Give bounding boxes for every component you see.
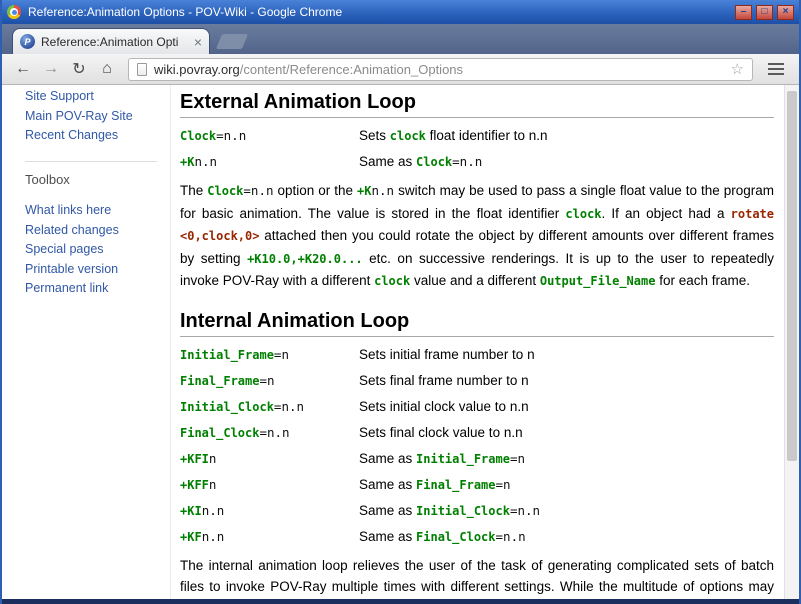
definition-row: +Kn.n Same as Clock=n.n [180, 154, 774, 170]
toolbox-heading: Toolbox [25, 172, 157, 187]
option-description: Sets initial clock value to n.n [359, 399, 529, 415]
definition-row: Initial_Frame=n Sets initial frame numbe… [180, 347, 774, 363]
definition-row: Final_Frame=n Sets final frame number to… [180, 373, 774, 389]
option-description: Sets final clock value to n.n [359, 425, 523, 441]
hamburger-icon [768, 63, 784, 75]
article-content: External Animation Loop Clock=n.n Sets c… [170, 85, 784, 599]
option-description: Same as Clock=n.n [359, 154, 482, 170]
chrome-logo-icon [7, 5, 21, 19]
url-path: /content/Reference:Animation_Options [240, 62, 463, 77]
tab-title: Reference:Animation Opti [41, 35, 188, 49]
option-term: +KFFn [180, 477, 359, 493]
definition-row: +KFn.n Same as Final_Clock=n.n [180, 529, 774, 545]
sidebar-item-permanent-link[interactable]: Permanent link [25, 282, 157, 295]
definition-row: Clock=n.n Sets clock float identifier to… [180, 128, 774, 144]
section-heading-external-animation-loop: External Animation Loop [180, 91, 774, 118]
option-description: Same as Initial_Clock=n.n [359, 503, 540, 519]
paragraph: The Clock=n.n option or the +Kn.n switch… [180, 180, 774, 293]
reload-button[interactable]: ↻ [66, 56, 92, 82]
url-text: wiki.povray.org/content/Reference:Animat… [154, 62, 724, 77]
back-button[interactable]: ← [10, 56, 36, 82]
option-term: Initial_Clock=n.n [180, 399, 359, 415]
url-host: wiki.povray.org [154, 62, 240, 77]
option-term: Clock=n.n [180, 128, 359, 144]
bookmark-star-icon[interactable]: ☆ [731, 60, 744, 78]
toolbox-section: Toolbox What links here Related changes … [25, 161, 157, 295]
window-title: Reference:Animation Options - POV-Wiki -… [28, 5, 342, 19]
sidebar-item-main-povray-site[interactable]: Main POV-Ray Site [25, 110, 170, 123]
maximize-button[interactable]: □ [756, 5, 773, 20]
forward-button[interactable]: → [38, 56, 64, 82]
option-description: Same as Initial_Frame=n [359, 451, 525, 467]
definition-row: Initial_Clock=n.n Sets initial clock val… [180, 399, 774, 415]
definition-row: +KIn.n Same as Initial_Clock=n.n [180, 503, 774, 519]
chrome-menu-button[interactable] [761, 56, 791, 82]
sidebar-item-printable-version[interactable]: Printable version [25, 263, 157, 276]
option-description: Same as Final_Clock=n.n [359, 529, 526, 545]
page-viewport: Site Support Main POV-Ray Site Recent Ch… [2, 85, 799, 599]
scrollbar-thumb[interactable] [787, 91, 797, 461]
window-titlebar[interactable]: Reference:Animation Options - POV-Wiki -… [2, 0, 799, 24]
sidebar-item-special-pages[interactable]: Special pages [25, 243, 157, 256]
window-bottom-border [2, 599, 799, 604]
tab-close-icon[interactable]: × [194, 35, 202, 49]
option-term: Final_Clock=n.n [180, 425, 359, 441]
option-description: Sets initial frame number to n [359, 347, 535, 363]
option-description: Sets clock float identifier to n.n [359, 128, 547, 144]
browser-toolbar: ← → ↻ ⌂ wiki.povray.org/content/Referenc… [2, 54, 799, 85]
page-scrollbar[interactable] [784, 85, 799, 599]
new-tab-button[interactable] [216, 34, 248, 49]
option-term: Final_Frame=n [180, 373, 359, 389]
definition-row: Final_Clock=n.n Sets final clock value t… [180, 425, 774, 441]
close-button[interactable]: × [777, 5, 794, 20]
definition-list: Clock=n.n Sets clock float identifier to… [180, 128, 774, 170]
option-term: +KIn.n [180, 503, 359, 519]
home-button[interactable]: ⌂ [94, 56, 120, 82]
option-description: Same as Final_Frame=n [359, 477, 511, 493]
option-description: Sets final frame number to n [359, 373, 529, 389]
definition-list: Initial_Frame=n Sets initial frame numbe… [180, 347, 774, 545]
option-term: +KFIn [180, 451, 359, 467]
section-heading-internal-animation-loop: Internal Animation Loop [180, 310, 774, 337]
definition-row: +KFFn Same as Final_Frame=n [180, 477, 774, 493]
sidebar-item-related-changes[interactable]: Related changes [25, 224, 157, 237]
address-bar[interactable]: wiki.povray.org/content/Reference:Animat… [128, 58, 753, 81]
window-controls: – □ × [735, 5, 794, 20]
minimize-button[interactable]: – [735, 5, 752, 20]
option-term: +KFn.n [180, 529, 359, 545]
sidebar-item-what-links-here[interactable]: What links here [25, 204, 157, 217]
option-term: +Kn.n [180, 154, 359, 170]
sidebar-item-site-support[interactable]: Site Support [25, 90, 170, 103]
sidebar-item-recent-changes[interactable]: Recent Changes [25, 129, 170, 142]
wiki-sidebar: Site Support Main POV-Ray Site Recent Ch… [2, 85, 170, 599]
option-term: Initial_Frame=n [180, 347, 359, 363]
paragraph: The internal animation loop relieves the… [180, 555, 774, 600]
browser-tab[interactable]: P Reference:Animation Opti × [12, 28, 210, 54]
definition-row: +KFIn Same as Initial_Frame=n [180, 451, 774, 467]
page-icon [137, 63, 147, 76]
povray-favicon-icon: P [20, 34, 35, 49]
browser-window: Reference:Animation Options - POV-Wiki -… [0, 0, 801, 604]
tab-strip: P Reference:Animation Opti × [2, 24, 799, 54]
